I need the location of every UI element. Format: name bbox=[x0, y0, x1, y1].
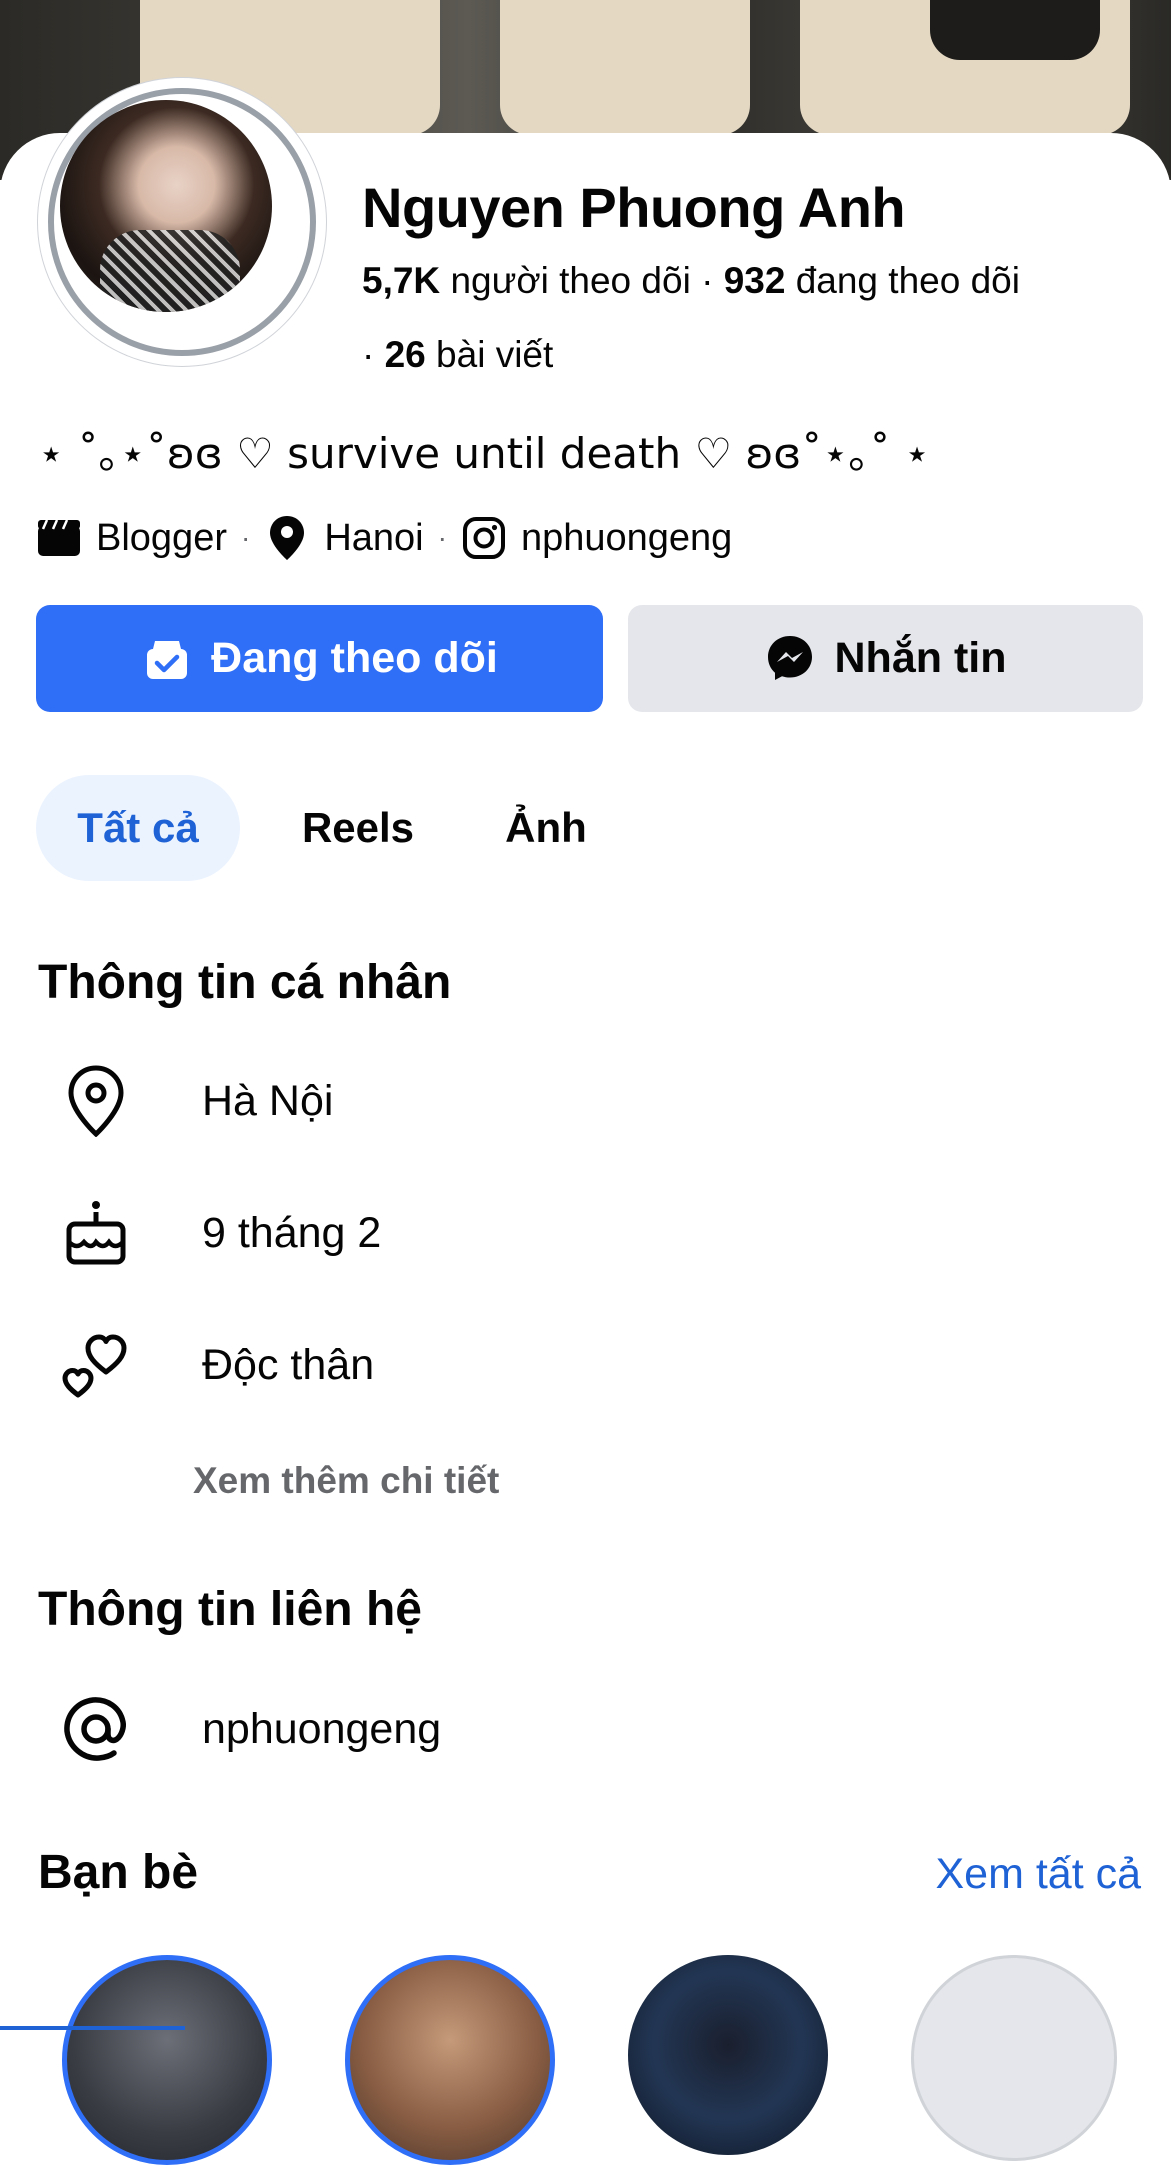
location-text[interactable]: Hanoi bbox=[324, 517, 423, 560]
cover-figure bbox=[500, 0, 750, 135]
posts-count: 26 bbox=[384, 334, 426, 375]
at-sign-icon bbox=[60, 1693, 132, 1765]
see-all-friends-link[interactable]: Xem tất cả bbox=[935, 1850, 1141, 1899]
hearts-icon bbox=[60, 1329, 132, 1401]
followers-label[interactable]: người theo dõi bbox=[450, 260, 690, 301]
clapperboard-icon bbox=[36, 515, 82, 561]
info-birthday-text: 9 tháng 2 bbox=[202, 1208, 382, 1257]
tab-reels[interactable]: Reels bbox=[240, 775, 476, 881]
cover-figure-dark bbox=[930, 0, 1100, 60]
following-button-label: Đang theo dõi bbox=[211, 634, 498, 682]
meta-separator: · bbox=[437, 522, 447, 553]
profile-tabs: Tất cả Reels Ảnh bbox=[36, 775, 616, 881]
profile-details-line: Blogger · Hanoi · nphuongeng bbox=[36, 515, 732, 561]
message-button[interactable]: Nhắn tin bbox=[628, 605, 1143, 712]
profile-bio: ⋆ ˚｡⋆˚ʚɞ ♡ survive until death ♡ ʚɞ˚⋆｡˚ … bbox=[38, 429, 931, 478]
see-more-details-link[interactable]: Xem thêm chi tiết bbox=[193, 1460, 499, 1502]
stats-separator: · bbox=[701, 260, 724, 301]
profile-stats: 5,7K người theo dõi · 932 đang theo dõi bbox=[362, 260, 1020, 302]
friend-avatar[interactable] bbox=[62, 1955, 272, 2165]
contact-row-instagram[interactable]: nphuongeng bbox=[60, 1693, 441, 1765]
stats-separator: · bbox=[362, 334, 385, 375]
info-row-birthday: 9 tháng 2 bbox=[60, 1197, 381, 1269]
following-count[interactable]: 932 bbox=[724, 260, 786, 301]
friend-avatar[interactable] bbox=[628, 1955, 828, 2155]
following-label[interactable]: đang theo dõi bbox=[796, 260, 1020, 301]
info-row-relationship: Độc thân bbox=[60, 1329, 374, 1401]
birthday-cake-icon bbox=[60, 1197, 132, 1269]
scroll-indicator bbox=[0, 2026, 185, 2030]
instagram-handle[interactable]: nphuongeng bbox=[521, 517, 732, 560]
location-pin-icon bbox=[264, 515, 310, 561]
contact-info-title: Thông tin liên hệ bbox=[38, 1583, 422, 1636]
info-relationship-text: Độc thân bbox=[202, 1340, 375, 1389]
following-check-icon bbox=[141, 633, 193, 685]
messenger-icon bbox=[765, 633, 817, 685]
personal-info-title: Thông tin cá nhân bbox=[38, 956, 452, 1009]
location-pin-icon bbox=[60, 1065, 132, 1137]
following-button[interactable]: Đang theo dõi bbox=[36, 605, 603, 712]
friends-title: Bạn bè bbox=[38, 1846, 199, 1899]
message-button-label: Nhắn tin bbox=[834, 634, 1007, 682]
tab-photos[interactable]: Ảnh bbox=[476, 775, 616, 881]
instagram-icon bbox=[461, 515, 507, 561]
avatar-photo-detail bbox=[100, 230, 240, 312]
followers-count[interactable]: 5,7K bbox=[362, 260, 440, 301]
friend-avatar-placeholder[interactable] bbox=[911, 1955, 1117, 2161]
profile-posts-stat: · 26 bài viết bbox=[362, 334, 553, 376]
info-location-text: Hà Nội bbox=[202, 1076, 334, 1125]
avatar-photo bbox=[60, 100, 272, 312]
friend-avatar[interactable] bbox=[345, 1955, 555, 2165]
contact-handle-text: nphuongeng bbox=[202, 1704, 442, 1753]
posts-label: bài viết bbox=[436, 334, 554, 375]
profile-name: Nguyen Phuong Anh bbox=[362, 176, 906, 239]
tab-all[interactable]: Tất cả bbox=[36, 775, 240, 881]
info-row-location: Hà Nội bbox=[60, 1065, 333, 1137]
category-text: Blogger bbox=[96, 516, 227, 559]
profile-avatar[interactable] bbox=[38, 78, 326, 366]
meta-separator: · bbox=[240, 522, 251, 553]
